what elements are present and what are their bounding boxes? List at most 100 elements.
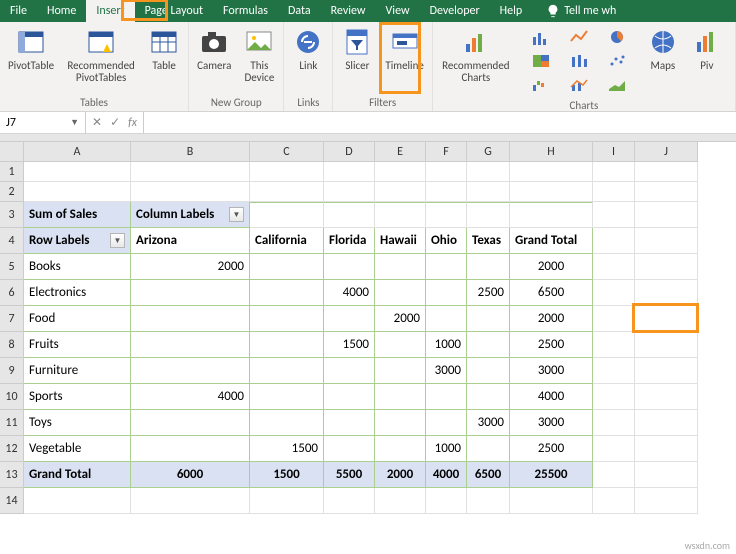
pivot-column-labels[interactable]: Column Labels▼ (131, 202, 250, 228)
row-header-4[interactable]: 4 (0, 228, 24, 254)
pivot-val-electronics-7[interactable]: 6500 (510, 280, 593, 306)
pivot-row-fruits[interactable]: Fruits (24, 332, 131, 358)
row-header-9[interactable]: 9 (0, 358, 24, 384)
cell-I2[interactable] (593, 182, 635, 202)
pivot-val-furniture-7[interactable]: 3000 (510, 358, 593, 384)
row-header-12[interactable]: 12 (0, 436, 24, 462)
chevron-down-icon[interactable]: ▼ (110, 233, 125, 248)
pivot-val-toys-7[interactable]: 3000 (510, 410, 593, 436)
pivot-row-books[interactable]: Books (24, 254, 131, 280)
pivot-val-vegetable-6[interactable] (467, 436, 510, 462)
cell-J8[interactable] (635, 332, 698, 358)
pivot-val-fruits-6[interactable] (467, 332, 510, 358)
cell-C1[interactable] (250, 162, 324, 182)
pivot-val-fruits-3[interactable]: 1500 (324, 332, 375, 358)
pivot-grand-total-3[interactable]: 5500 (324, 462, 375, 488)
cell-J2[interactable] (635, 182, 698, 202)
pivot-val-books-7[interactable]: 2000 (510, 254, 593, 280)
pivot-val-toys-6[interactable]: 3000 (467, 410, 510, 436)
cell-A14[interactable] (24, 488, 131, 514)
cell-I11[interactable] (593, 410, 635, 436)
pivot-val-sports-7[interactable]: 4000 (510, 384, 593, 410)
waterfall-button[interactable] (523, 74, 559, 96)
pivot-val-toys-3[interactable] (324, 410, 375, 436)
col-header-G[interactable]: G (467, 142, 510, 162)
tab-page-layout[interactable]: Page Layout (135, 0, 213, 22)
cell-J13[interactable] (635, 462, 698, 488)
col-header-I[interactable]: I (593, 142, 635, 162)
cell-H3[interactable] (510, 202, 593, 228)
combo-chart-button[interactable] (561, 74, 597, 96)
row-header-1[interactable]: 1 (0, 162, 24, 182)
pivot-val-sports-5[interactable] (426, 384, 467, 410)
col-header-D[interactable]: D (324, 142, 375, 162)
this-device-button[interactable]: This Device (239, 24, 279, 86)
cell-A2[interactable] (24, 182, 131, 202)
pivot-val-fruits-4[interactable] (375, 332, 426, 358)
pivot-val-fruits-1[interactable] (131, 332, 250, 358)
pivot-val-electronics-3[interactable]: 4000 (324, 280, 375, 306)
tab-developer[interactable]: Developer (420, 0, 490, 22)
cell-I12[interactable] (593, 436, 635, 462)
pivot-val-vegetable-5[interactable]: 1000 (426, 436, 467, 462)
pivot-val-books-6[interactable] (467, 254, 510, 280)
cell-J9[interactable] (635, 358, 698, 384)
select-all-corner[interactable] (0, 142, 24, 162)
pivot-col-california[interactable]: California (250, 228, 324, 254)
pivot-val-toys-4[interactable] (375, 410, 426, 436)
pivot-row-toys[interactable]: Toys (24, 410, 131, 436)
recommended-pivottables-button[interactable]: Recommended PivotTables (62, 24, 140, 86)
pivot-val-sports-6[interactable] (467, 384, 510, 410)
pivot-val-electronics-1[interactable] (131, 280, 250, 306)
pivot-val-vegetable-1[interactable] (131, 436, 250, 462)
col-header-F[interactable]: F (426, 142, 467, 162)
pivot-val-furniture-1[interactable] (131, 358, 250, 384)
cell-G3[interactable] (467, 202, 510, 228)
col-header-E[interactable]: E (375, 142, 426, 162)
camera-button[interactable]: Camera (193, 24, 235, 74)
cell-F3[interactable] (426, 202, 467, 228)
row-header-6[interactable]: 6 (0, 280, 24, 306)
pivot-val-electronics-5[interactable] (426, 280, 467, 306)
cell-D2[interactable] (324, 182, 375, 202)
col-header-J[interactable]: J (635, 142, 698, 162)
pivot-val-electronics-2[interactable] (250, 280, 324, 306)
cell-J10[interactable] (635, 384, 698, 410)
row-header-3[interactable]: 3 (0, 202, 24, 228)
cell-H2[interactable] (510, 182, 593, 202)
cell-C3[interactable] (250, 202, 324, 228)
cell-E2[interactable] (375, 182, 426, 202)
pivot-col-ohio[interactable]: Ohio (426, 228, 467, 254)
tab-data[interactable]: Data (278, 0, 321, 22)
pivot-val-sports-4[interactable] (375, 384, 426, 410)
name-box[interactable]: J7 ▼ (0, 112, 86, 133)
timeline-button[interactable]: Timeline (381, 24, 427, 74)
scatter-chart-button[interactable] (599, 50, 635, 72)
cell-D1[interactable] (324, 162, 375, 182)
cell-D3[interactable] (324, 202, 375, 228)
cell-B1[interactable] (131, 162, 250, 182)
treemap-button[interactable] (523, 50, 559, 72)
pivot-col-texas[interactable]: Texas (467, 228, 510, 254)
tab-formulas[interactable]: Formulas (213, 0, 278, 22)
row-header-5[interactable]: 5 (0, 254, 24, 280)
pivot-val-toys-1[interactable] (131, 410, 250, 436)
col-header-A[interactable]: A (24, 142, 131, 162)
slicer-button[interactable]: Slicer (337, 24, 377, 74)
surface-chart-button[interactable] (599, 74, 635, 96)
cell-C2[interactable] (250, 182, 324, 202)
pivotchart-button[interactable]: Piv (687, 24, 727, 74)
row-header-11[interactable]: 11 (0, 410, 24, 436)
pivot-col-florida[interactable]: Florida (324, 228, 375, 254)
tab-review[interactable]: Review (321, 0, 376, 22)
col-header-B[interactable]: B (131, 142, 250, 162)
cell-H14[interactable] (510, 488, 593, 514)
cell-I4[interactable] (593, 228, 635, 254)
pivot-val-food-5[interactable] (426, 306, 467, 332)
cell-I5[interactable] (593, 254, 635, 280)
fx-icon[interactable]: fx (128, 116, 137, 130)
formula-bar[interactable] (144, 112, 736, 133)
row-header-2[interactable]: 2 (0, 182, 24, 202)
pivot-val-furniture-6[interactable] (467, 358, 510, 384)
row-header-8[interactable]: 8 (0, 332, 24, 358)
